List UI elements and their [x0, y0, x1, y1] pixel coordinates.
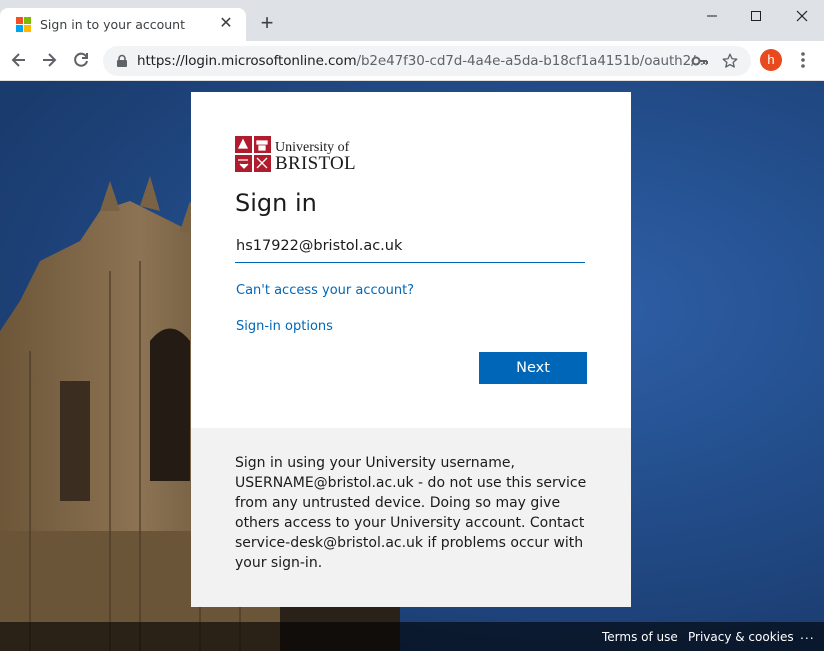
privacy-link[interactable]: Privacy & cookies — [688, 630, 794, 644]
browser-tab[interactable]: Sign in to your account ✕ — [0, 8, 246, 41]
forward-icon[interactable] — [38, 49, 60, 71]
email-field[interactable] — [235, 230, 585, 263]
url-path: /b2e47f30-cd7d-4a4e-a5da-b18cf1a4151b/oa… — [356, 53, 709, 69]
page-footer: Terms of use Privacy & cookies ... — [0, 622, 824, 651]
more-options-button[interactable]: ... — [800, 626, 815, 642]
university-logo: University of BRISTOL — [235, 136, 365, 174]
logo-line-2: BRISTOL — [275, 153, 356, 174]
back-icon[interactable] — [8, 49, 30, 71]
maximize-icon[interactable] — [734, 4, 778, 28]
browser-toolbar: https://login.microsoftonline.com/b2e47f… — [0, 41, 824, 81]
avatar[interactable]: h — [760, 49, 782, 71]
tab-strip: Sign in to your account ✕ + — [0, 0, 824, 41]
bristol-crest-icon — [235, 136, 271, 172]
page-title: Sign in — [235, 189, 317, 217]
menu-icon[interactable] — [796, 50, 810, 70]
next-button[interactable]: Next — [479, 352, 587, 384]
reload-icon[interactable] — [70, 49, 92, 71]
microsoft-logo-icon — [16, 17, 32, 33]
cant-access-link[interactable]: Can't access your account? — [236, 283, 414, 298]
window-close-icon[interactable] — [780, 4, 824, 28]
notice-text: Sign in using your University username, … — [235, 455, 587, 571]
signin-options-link[interactable]: Sign-in options — [236, 319, 333, 334]
star-icon[interactable] — [721, 52, 739, 70]
tab-title: Sign in to your account — [40, 17, 186, 32]
close-icon[interactable]: ✕ — [216, 14, 236, 34]
url-host: https://login.microsoftonline.com — [137, 53, 357, 69]
key-icon[interactable] — [691, 54, 709, 68]
signin-notice: Sign in using your University username, … — [191, 428, 631, 607]
address-bar[interactable]: https://login.microsoftonline.com/b2e47f… — [103, 46, 751, 76]
plus-icon[interactable]: + — [256, 12, 278, 34]
lock-icon[interactable] — [115, 54, 129, 68]
terms-link[interactable]: Terms of use — [602, 630, 678, 644]
signin-card: University of BRISTOL Sign in Can't acce… — [191, 92, 631, 428]
url-text[interactable]: https://login.microsoftonline.com/b2e47f… — [137, 53, 708, 69]
minimize-icon[interactable] — [690, 4, 734, 28]
